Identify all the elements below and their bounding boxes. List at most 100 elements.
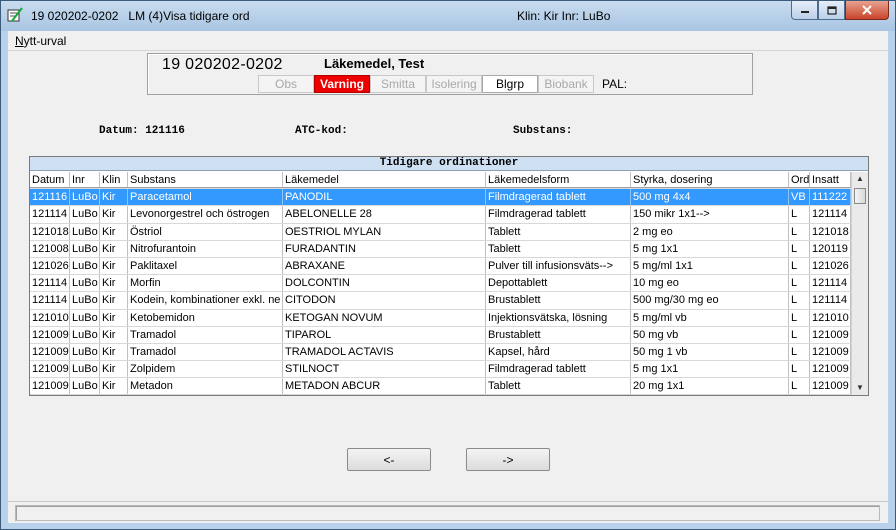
status-panel xyxy=(15,505,880,521)
table-cell: Injektionsvätska, lösning xyxy=(486,309,631,326)
scroll-down-button[interactable]: ▼ xyxy=(852,381,868,395)
table-cell: L xyxy=(789,206,810,223)
table-cell: LuBo xyxy=(70,223,100,240)
table-cell: 5 mg/ml 1x1 xyxy=(631,257,789,275)
close-button[interactable] xyxy=(845,1,889,20)
maximize-icon xyxy=(826,5,837,15)
table-cell: 150 mikr 1x1--> xyxy=(631,206,789,223)
table-row[interactable]: 121009 LuBo Kir Tramadol TRAMADOL ACTAVIS Kap… xyxy=(30,343,851,362)
table-cell: L xyxy=(789,326,810,343)
close-icon xyxy=(862,5,872,15)
table-cell: Depottablett xyxy=(486,275,631,292)
column-header[interactable]: Läkemedelsform xyxy=(486,172,631,189)
table-row[interactable]: 121018 LuBo Kir Östriol OESTRIOL MYLAN Tablet… xyxy=(30,223,851,241)
flag-blgrp[interactable]: Blgrp xyxy=(482,75,538,93)
table-cell: L xyxy=(789,223,810,240)
table-cell: 120119 xyxy=(810,240,851,257)
flag-biobank[interactable]: Biobank xyxy=(538,75,594,93)
column-header[interactable]: Datum xyxy=(30,172,70,189)
table-cell: 121009 xyxy=(30,378,70,395)
flag-isolering[interactable]: Isolering xyxy=(426,75,482,93)
table-row[interactable]: 121009 LuBo Kir Zolpidem STILNOCT Filmdragera… xyxy=(30,361,851,379)
table-cell: L xyxy=(789,343,810,361)
next-button[interactable]: -> xyxy=(466,448,550,471)
table-cell: Tablett xyxy=(486,378,631,395)
table-cell: 121010 xyxy=(30,309,70,326)
table-row[interactable]: 121114 LuBo Kir Levonorgestrel och östrogen… xyxy=(30,206,851,224)
flag-smitta[interactable]: Smitta xyxy=(370,75,426,93)
table-cell: Ketobemidon xyxy=(128,309,283,326)
table-cell: 121010 xyxy=(810,309,851,326)
table-cell: 121018 xyxy=(30,223,70,240)
table-cell: LuBo xyxy=(70,240,100,257)
table-cell: ABRAXANE xyxy=(283,257,486,275)
table-cell: LuBo xyxy=(70,378,100,395)
menu-bar: Nytt-urval xyxy=(8,31,888,51)
table-cell: 121114 xyxy=(30,292,70,309)
column-header[interactable]: Substans xyxy=(128,172,283,189)
table-scrollbar[interactable]: ▲ ▼ xyxy=(851,172,868,395)
table-cell: LuBo xyxy=(70,257,100,275)
table-cell: 121009 xyxy=(810,378,851,395)
minimize-icon xyxy=(800,11,809,13)
table-row[interactable]: 121009 LuBo Kir Metadon METADON ABCUR Tablett… xyxy=(30,378,851,396)
table-cell: 121026 xyxy=(30,257,70,275)
table-row[interactable]: 121114 LuBo Kir Morfin DOLCONTIN Depottablett… xyxy=(30,275,851,293)
previous-button[interactable]: <- xyxy=(347,448,431,471)
table-cell: 121018 xyxy=(810,223,851,240)
menu-item-nytt-urval[interactable]: Nytt-urval xyxy=(15,34,66,48)
table-cell: Brustablett xyxy=(486,326,631,343)
table-cell: Nitrofurantoin xyxy=(128,240,283,257)
table-cell: L xyxy=(789,292,810,309)
app-icon[interactable] xyxy=(7,7,23,23)
table-cell: Kir xyxy=(100,309,128,326)
table-cell: Östriol xyxy=(128,223,283,240)
table-cell: Kir xyxy=(100,189,128,206)
column-header[interactable]: Styrka, dosering xyxy=(631,172,789,189)
arrow-up-icon: ▲ xyxy=(856,174,864,183)
column-header[interactable]: Insatt xyxy=(810,172,851,189)
table-cell: Kir xyxy=(100,257,128,275)
table-cell: Kir xyxy=(100,206,128,223)
title-bar[interactable]: 19 020202-0202 LM (4)Visa tidigare ord K… xyxy=(1,1,895,31)
table-cell: VB xyxy=(789,189,810,206)
window-controls xyxy=(791,1,889,21)
table-cell: METADON ABCUR xyxy=(283,378,486,395)
flag-varning[interactable]: Varning xyxy=(314,75,370,93)
scroll-up-button[interactable]: ▲ xyxy=(852,172,868,186)
table-row[interactable]: 121009 LuBo Kir Tramadol TIPAROL Brustablett 5… xyxy=(30,326,851,344)
scroll-thumb[interactable] xyxy=(854,188,866,204)
substance-label: Substans: xyxy=(513,125,573,137)
table-cell: 111222 xyxy=(810,189,851,206)
table-cell: Filmdragerad tablett xyxy=(486,206,631,223)
maximize-button[interactable] xyxy=(818,1,845,20)
datum-label: Datum: 121116 xyxy=(99,125,185,137)
table-cell: Morfin xyxy=(128,275,283,292)
column-header[interactable]: Ord xyxy=(789,172,810,189)
table-cell: Kir xyxy=(100,361,128,378)
column-header[interactable]: Läkemedel xyxy=(283,172,486,189)
table-cell: Kapsel, hård xyxy=(486,343,631,361)
table-cell: Zolpidem xyxy=(128,361,283,378)
table-row[interactable]: 121116 LuBo Kir Paracetamol PANODIL Filmdrage… xyxy=(30,189,851,207)
table-cell: 500 mg 4x4 xyxy=(631,189,789,206)
column-header[interactable]: Inr xyxy=(70,172,100,189)
table-row[interactable]: 121008 LuBo Kir Nitrofurantoin FURADANTIN Tab… xyxy=(30,240,851,258)
table-cell: Kir xyxy=(100,326,128,343)
column-header[interactable]: Klin xyxy=(100,172,128,189)
table-row[interactable]: 121010 LuBo Kir Ketobemidon KETOGAN NOVUM Inj… xyxy=(30,309,851,327)
table-cell: STILNOCT xyxy=(283,361,486,378)
table-cell: DOLCONTIN xyxy=(283,275,486,292)
flag-obs[interactable]: Obs xyxy=(258,75,314,93)
table-cell: 121009 xyxy=(30,326,70,343)
table-cell: 121114 xyxy=(810,292,851,309)
table-cell: L xyxy=(789,257,810,275)
table-cell: 121009 xyxy=(30,343,70,361)
menu-item-accelerator: N xyxy=(15,34,24,48)
table-cell: TRAMADOL ACTAVIS xyxy=(283,343,486,361)
table-row[interactable]: 121114 LuBo Kir Kodein, kombinationer exkl.… xyxy=(30,292,851,310)
minimize-button[interactable] xyxy=(791,1,818,20)
table-cell: LuBo xyxy=(70,206,100,223)
table-row[interactable]: 121026 LuBo Kir Paklitaxel ABRAXANE Pulver ti… xyxy=(30,257,851,276)
table-cell: 121009 xyxy=(30,361,70,378)
